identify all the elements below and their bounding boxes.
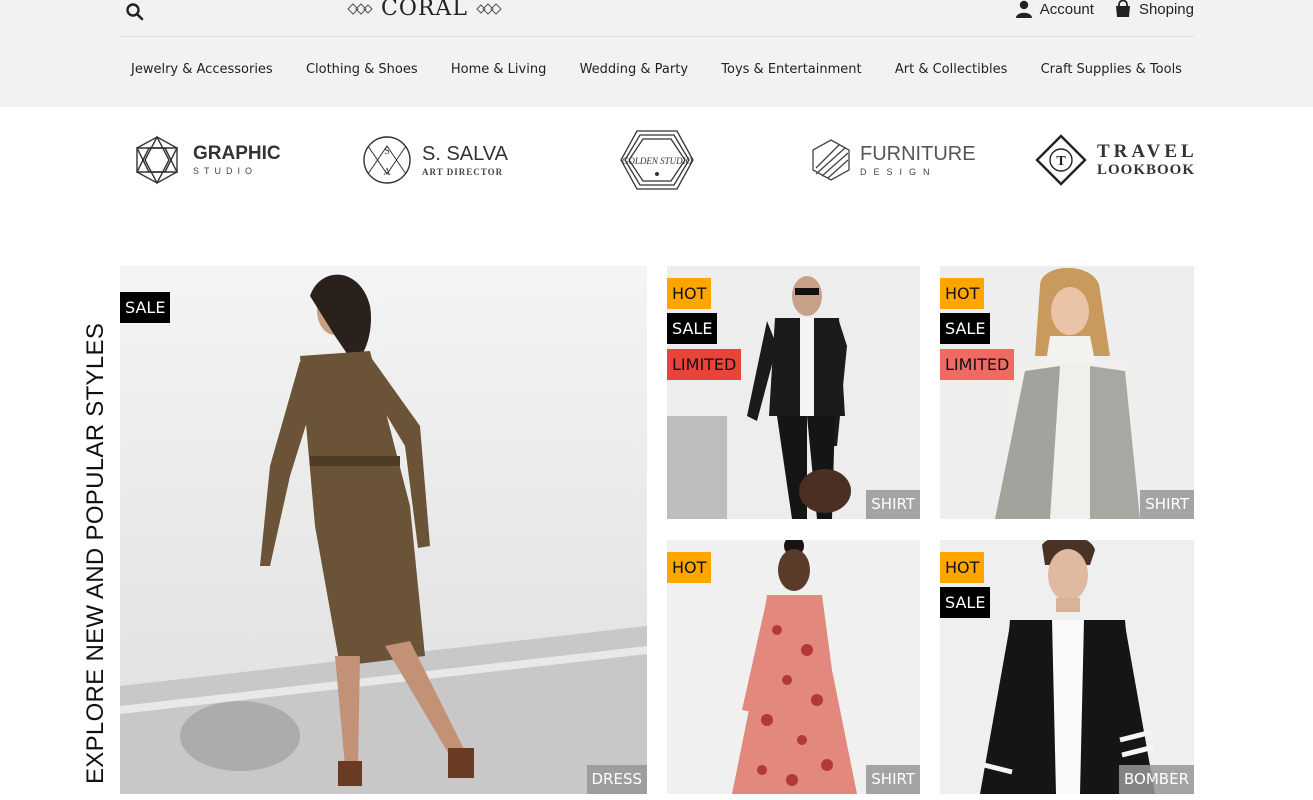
top-bar: CORAL Account Shoping — [119, 0, 1194, 37]
brand-salva-sub: ART DIRECTOR — [422, 166, 504, 177]
product-image-dress — [120, 266, 647, 794]
nav-item-jewelry[interactable]: Jewelry & Accessories — [131, 62, 273, 77]
badge-sale: SALE — [940, 587, 991, 618]
furniture-design-logo-icon — [812, 139, 850, 181]
brand-furniture-sub: DESIGN — [860, 166, 937, 177]
category-label[interactable]: SHIRT — [866, 490, 920, 519]
product-card-shirt-2[interactable]: HOT SALE LIMITED SHIRT — [940, 266, 1194, 519]
section-title: EXPLORE NEW AND POPULAR STYLES — [82, 322, 109, 784]
travel-mark: T — [1056, 154, 1066, 169]
logo-ornament-right-icon — [476, 2, 502, 15]
product-card-shirt-1[interactable]: HOT SALE LIMITED SHIRT — [667, 266, 920, 519]
golden-studio-text: GOLDEN STUDIO — [622, 156, 693, 166]
badge-sale: SALE — [120, 292, 171, 323]
shopping-link[interactable]: Shoping — [1114, 0, 1194, 18]
site-logo[interactable]: CORAL — [347, 0, 502, 21]
shopping-bag-icon — [1115, 0, 1130, 17]
badge-limited: LIMITED — [940, 349, 1015, 380]
search-icon — [126, 3, 144, 21]
badge-hot: HOT — [940, 278, 985, 309]
badge-hot: HOT — [667, 278, 712, 309]
account-link[interactable]: Account — [1015, 0, 1094, 18]
main-nav: Jewelry & Accessories Clothing & Shoes H… — [119, 62, 1194, 77]
nav-item-home[interactable]: Home & Living — [451, 62, 546, 77]
brand-furniture-design[interactable]: FURNITURE DESIGN — [812, 125, 976, 195]
brand-salva-main: S. SALVA — [422, 142, 508, 165]
product-card-bomber[interactable]: HOT SALE BOMBER — [940, 540, 1194, 794]
brand-furniture-main: FURNITURE — [860, 142, 976, 165]
brand-s-salva[interactable]: S A S. SALVA ART DIRECTOR — [362, 125, 508, 195]
brand-graphic-main: GRAPHIC — [193, 143, 281, 164]
top-links: Account Shoping — [1015, 0, 1194, 18]
nav-item-art[interactable]: Art & Collectibles — [895, 62, 1007, 77]
badge-limited: LIMITED — [667, 349, 742, 380]
brand-logos: GRAPHIC STUDIO S A S. SALVA ART DIRECTOR… — [119, 125, 1194, 195]
search-button[interactable] — [125, 2, 145, 22]
brand-travel-main: TRAVEL — [1097, 141, 1198, 162]
account-label: Account — [1039, 0, 1094, 18]
brand-graphic-studio[interactable]: GRAPHIC STUDIO — [131, 125, 281, 195]
nav-item-wedding[interactable]: Wedding & Party — [580, 62, 688, 77]
brand-graphic-sub: STUDIO — [193, 166, 258, 176]
logo-ornament-left-icon — [347, 2, 373, 15]
badge-hot: HOT — [940, 552, 985, 583]
shopping-label: Shoping — [1138, 0, 1194, 18]
s-salva-logo-icon: S A — [363, 136, 411, 184]
user-icon — [1015, 0, 1032, 18]
s-salva-mark-top: S — [384, 146, 390, 157]
s-salva-mark-bottom: A — [383, 167, 391, 178]
category-label[interactable]: SHIRT — [866, 765, 920, 794]
product-card-dress[interactable]: SALE DRESS — [120, 266, 647, 794]
nav-item-clothing[interactable]: Clothing & Shoes — [306, 62, 418, 77]
graphic-studio-logo-icon — [135, 135, 179, 185]
category-label[interactable]: SHIRT — [1140, 490, 1194, 519]
golden-studio-logo-icon: GOLDEN STUDIO — [620, 130, 694, 190]
travel-lookbook-logo-icon: T — [1035, 134, 1087, 186]
category-label[interactable]: DRESS — [586, 765, 647, 794]
product-card-shirt-3[interactable]: HOT SHIRT — [667, 540, 920, 794]
logo-text: CORAL — [381, 0, 468, 21]
category-label[interactable]: BOMBER — [1119, 765, 1194, 794]
site-header: CORAL Account Shoping Jewelry & Accessor… — [0, 0, 1313, 107]
nav-item-toys[interactable]: Toys & Entertainment — [721, 62, 861, 77]
badge-hot: HOT — [667, 552, 712, 583]
badge-sale: SALE — [940, 313, 991, 344]
brand-travel-sub: LOOKBOOK — [1097, 162, 1196, 178]
nav-item-craft[interactable]: Craft Supplies & Tools — [1041, 62, 1182, 77]
brand-golden-studio[interactable]: GOLDEN STUDIO — [619, 125, 695, 195]
badge-sale: SALE — [667, 313, 718, 344]
brand-travel-lookbook[interactable]: T TRAVEL LOOKBOOK — [1035, 125, 1198, 195]
